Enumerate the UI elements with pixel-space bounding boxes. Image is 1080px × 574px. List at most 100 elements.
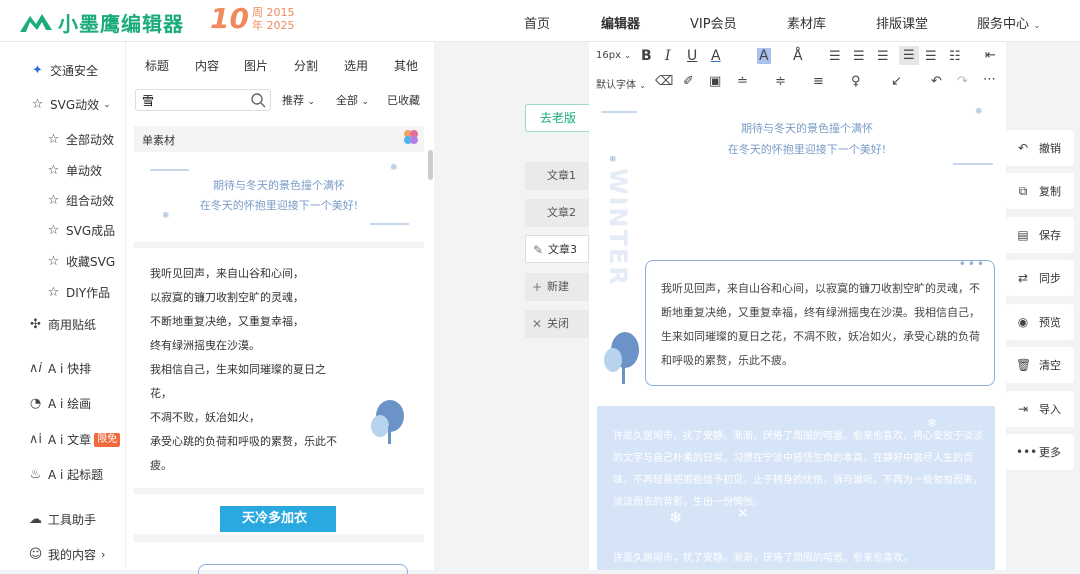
article-tab-1[interactable]: 文章1 bbox=[525, 162, 589, 190]
indent-icon[interactable]: ☰ bbox=[925, 49, 937, 64]
font-family-select[interactable]: 默认字体 ⌄ bbox=[596, 76, 646, 91]
snowflake-icon: ✕ bbox=[737, 506, 749, 522]
doc-blue-block[interactable]: 许是久居闹市，扰了安静。渐渐，厌倦了周围的喧嚣。愈来愈喜欢，将心安放于淡淡的文字… bbox=[597, 406, 995, 570]
bold-icon[interactable]: B bbox=[641, 48, 652, 64]
close-article-button[interactable]: ✕ 关闭 bbox=[525, 310, 589, 338]
import-icon: ⇥ bbox=[1017, 402, 1029, 416]
clear-button[interactable]: 🗑 清空 bbox=[1006, 347, 1074, 383]
new-article-button[interactable]: + 新建 bbox=[525, 273, 589, 301]
filter-recommend[interactable]: 推荐 ⌄ bbox=[282, 92, 315, 108]
sidebar-item-svg-products[interactable]: ☆ SVG成品 bbox=[46, 222, 115, 239]
ai-article-icon: ∧i bbox=[28, 432, 43, 447]
library-tabs: 标题 内容 图片 分割 选用 其他 bbox=[126, 54, 434, 74]
text-effect-icon[interactable]: Å bbox=[793, 48, 803, 64]
undo-toolbar-icon[interactable]: ↶ bbox=[931, 74, 942, 89]
import-button[interactable]: ⇥ 导入 bbox=[1006, 391, 1074, 427]
nav-vip[interactable]: VIP会员 bbox=[690, 13, 737, 32]
logo-text: 小墨鹰编辑器 bbox=[58, 12, 184, 36]
flame-icon: ♨ bbox=[29, 467, 42, 482]
tab-title[interactable]: 标题 bbox=[145, 57, 169, 74]
nav-home[interactable]: 首页 bbox=[524, 13, 550, 32]
eagle-logo-icon bbox=[20, 13, 52, 32]
chevron-down-icon: ⌄ bbox=[624, 51, 631, 60]
tab-content[interactable]: 内容 bbox=[195, 57, 219, 74]
material-card-keep-warm[interactable]: 天冷多加衣 bbox=[134, 494, 424, 534]
sidebar-item-tools[interactable]: ☁ 工具助手 bbox=[28, 511, 96, 528]
letter-spacing-icon[interactable]: ≡ bbox=[813, 74, 824, 89]
exit-format-icon[interactable]: ⇤ bbox=[985, 48, 996, 63]
sync-icon: ⇄ bbox=[1017, 271, 1029, 285]
star-icon: ☆ bbox=[47, 193, 60, 208]
sidebar-item-combo-effect[interactable]: ☆ 组合动效 bbox=[46, 192, 114, 209]
copy-button[interactable]: ⧉ 复制 bbox=[1006, 173, 1074, 209]
card-line-2: 在冬天的怀抱里迎接下一个美好! bbox=[199, 199, 359, 212]
sidebar-item-all-effects[interactable]: ☆ 全部动效 bbox=[46, 131, 114, 148]
search-input[interactable] bbox=[136, 90, 246, 110]
eraser-icon[interactable]: ⌫ bbox=[655, 74, 673, 89]
doc-poem-box[interactable]: ••• 我听见回声，来自山谷和心间，以寂寞的镰刀收割空旷的灵魂，不断地重复决绝，… bbox=[645, 257, 995, 386]
align-justify-icon[interactable]: ☰ bbox=[899, 46, 919, 65]
winter-tree-illustration bbox=[371, 400, 404, 444]
more-icon: ••• bbox=[1016, 445, 1038, 459]
italic-icon[interactable]: I bbox=[665, 48, 671, 64]
align-left-icon[interactable]: ☰ bbox=[829, 49, 841, 64]
tab-image[interactable]: 图片 bbox=[244, 57, 268, 74]
save-button[interactable]: ▤ 保存 bbox=[1006, 217, 1074, 253]
search-icon[interactable] bbox=[250, 92, 266, 108]
align-center-icon[interactable]: ☰ bbox=[853, 49, 865, 64]
document-canvas[interactable]: ❄ ❄ 期待与冬天的景色撞个满怀 在冬天的怀抱里迎接下一个美好! WINTER … bbox=[597, 98, 997, 570]
nav-editor[interactable]: 编辑器 bbox=[601, 13, 640, 32]
align-right-icon[interactable]: ☰ bbox=[877, 49, 889, 64]
material-card-poem[interactable]: 我听见回声，来自山谷和心间， 以寂寞的镰刀收割空旷的灵魂， 不断地重复决绝，又重… bbox=[134, 248, 424, 488]
poem-text: 我听见回声，来自山谷和心间， 以寂寞的镰刀收割空旷的灵魂， 不断地重复决绝，又重… bbox=[150, 267, 337, 472]
more-toolbar-icon[interactable]: ⋯ bbox=[983, 72, 996, 87]
redo-toolbar-icon[interactable]: ↷ bbox=[957, 74, 968, 89]
old-version-button[interactable]: 去老版 bbox=[525, 104, 591, 132]
highlight-color-icon[interactable]: A bbox=[757, 48, 771, 64]
tab-other[interactable]: 其他 bbox=[394, 57, 418, 74]
emoji-icon[interactable]: ♀ bbox=[851, 74, 861, 89]
more-button[interactable]: ••• 更多 bbox=[1006, 434, 1074, 470]
article-tab-2[interactable]: 文章2 bbox=[525, 199, 589, 227]
format-brush-icon[interactable]: ✐ bbox=[683, 74, 694, 89]
colorful-balls-icon[interactable] bbox=[402, 128, 420, 146]
sync-button[interactable]: ⇄ 同步 bbox=[1006, 260, 1074, 296]
sidebar-item-stickers[interactable]: ✣ 商用贴纸 bbox=[28, 316, 96, 333]
nav-materials[interactable]: 素材库 bbox=[787, 13, 826, 32]
paragraph-spacing-before-icon[interactable]: ≐ bbox=[737, 74, 748, 89]
sidebar-item-diy[interactable]: ☆ DIY作品 bbox=[46, 284, 110, 301]
arrow-icon[interactable]: ↙ bbox=[891, 74, 902, 89]
toolbar-row-2: 默认字体 ⌄ ⌫ ✐ ▣ ≐ ≑ ≡ ♀ ↙ ↶ ↷ ⋯ bbox=[589, 70, 1006, 96]
sidebar-item-single-effect[interactable]: ☆ 单动效 bbox=[46, 162, 102, 179]
underline-icon[interactable]: U bbox=[687, 48, 697, 64]
sidebar-item-fav-svg[interactable]: ☆ 收藏SVG bbox=[46, 253, 115, 270]
font-size-select[interactable]: 16px ⌄ bbox=[596, 50, 631, 61]
preview-button[interactable]: ◉ 预览 bbox=[1006, 304, 1074, 340]
sidebar-item-ai-title[interactable]: ♨ A i 起标题 bbox=[28, 466, 104, 483]
sidebar-item-traffic[interactable]: ✦ 交通安全 bbox=[30, 62, 98, 79]
anniversary-badge: 10 周 2015 年 2025 bbox=[210, 4, 294, 34]
tab-selected[interactable]: 选用 bbox=[344, 57, 368, 74]
font-color-icon[interactable]: A bbox=[711, 48, 721, 64]
sidebar-item-ai-painting[interactable]: ◔ A i 绘画 bbox=[28, 395, 91, 412]
sidebar-item-svg[interactable]: ☆ SVG动效 ⌄ bbox=[30, 96, 111, 113]
user-icon: ☺ bbox=[28, 547, 43, 562]
material-card-next[interactable] bbox=[134, 542, 424, 574]
nav-course[interactable]: 排版课堂 bbox=[876, 13, 928, 32]
limited-free-badge: 限免 bbox=[94, 432, 121, 447]
filter-all[interactable]: 全部 ⌄ bbox=[336, 92, 369, 108]
article-tab-3[interactable]: ✎ 文章3 bbox=[525, 235, 589, 263]
image-icon[interactable]: ▣ bbox=[709, 74, 721, 89]
library-scrollbar[interactable] bbox=[428, 150, 433, 180]
paragraph-spacing-after-icon[interactable]: ≑ bbox=[775, 74, 786, 89]
sidebar-item-ai-layout[interactable]: ∧i A i 快排 bbox=[28, 360, 91, 377]
line-height-icon[interactable]: ☷ bbox=[949, 49, 961, 64]
nav-service[interactable]: 服务中心 ⌄ bbox=[977, 13, 1041, 32]
logo[interactable]: 小墨鹰编辑器 bbox=[18, 8, 184, 37]
tab-divider[interactable]: 分割 bbox=[294, 57, 318, 74]
sidebar-item-my-content[interactable]: ☺ 我的内容 › bbox=[28, 546, 106, 563]
undo-button[interactable]: ↶ 撤销 bbox=[1006, 130, 1074, 166]
filter-favorites[interactable]: 已收藏 bbox=[387, 92, 420, 108]
material-card-winter-title[interactable]: ❄ ❄ 期待与冬天的景色撞个满怀 在冬天的怀抱里迎接下一个美好! bbox=[134, 152, 424, 242]
sidebar-item-ai-article[interactable]: ∧i A i 文章 限免 bbox=[28, 431, 121, 448]
